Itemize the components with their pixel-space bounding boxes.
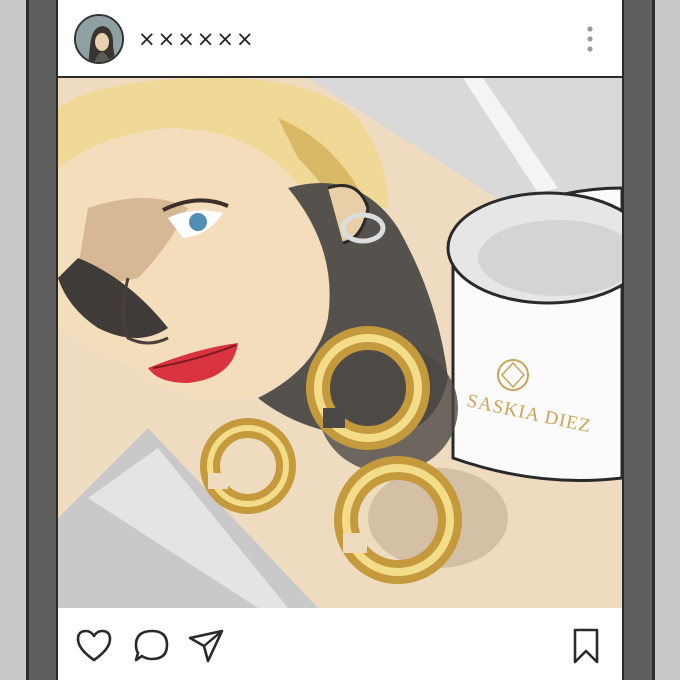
avatar[interactable] bbox=[74, 14, 124, 64]
illustration: SASKIA DIEZ bbox=[58, 78, 622, 608]
instagram-post: ×××××× SASKIA DIEZ bbox=[56, 0, 624, 680]
username[interactable]: ×××××× bbox=[138, 27, 256, 51]
more-options-icon[interactable] bbox=[578, 20, 602, 60]
bookmark-icon[interactable] bbox=[566, 626, 606, 666]
action-bar bbox=[58, 608, 622, 680]
post-image[interactable]: SASKIA DIEZ bbox=[58, 78, 622, 608]
share-icon[interactable] bbox=[186, 626, 226, 666]
heart-icon[interactable] bbox=[74, 626, 114, 666]
avatar-image bbox=[76, 16, 122, 62]
comment-icon[interactable] bbox=[132, 626, 172, 666]
post-header: ×××××× bbox=[58, 0, 622, 78]
